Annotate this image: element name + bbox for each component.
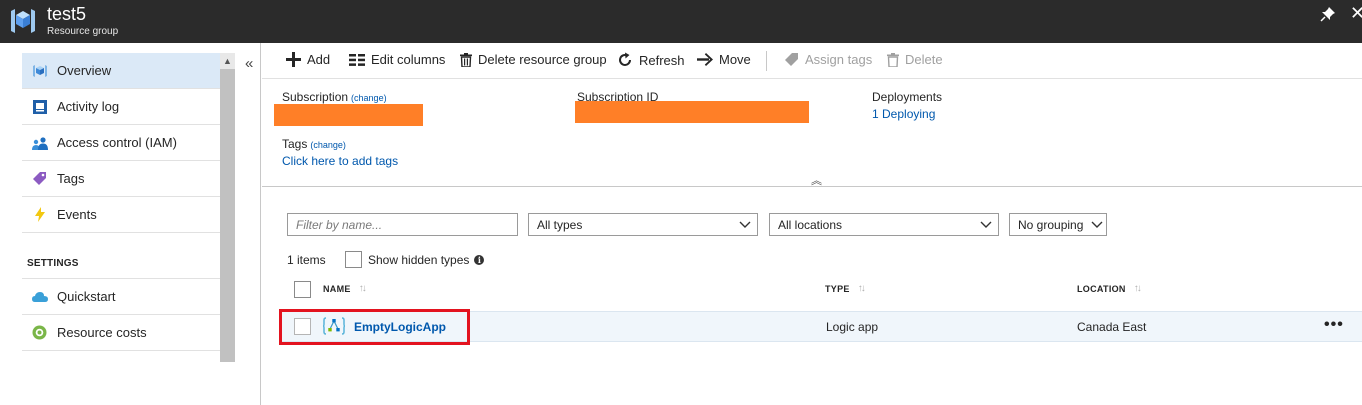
plus-icon bbox=[286, 52, 301, 67]
show-hidden-types-checkbox[interactable] bbox=[345, 251, 362, 268]
add-label: Add bbox=[307, 52, 331, 67]
close-icon[interactable]: ✕ bbox=[1350, 3, 1362, 24]
sort-icon: ↑↓ bbox=[857, 283, 866, 294]
grouping-dropdown-value: No grouping bbox=[1018, 218, 1084, 232]
add-button[interactable]: Add bbox=[286, 52, 330, 67]
sidebar-item-overview[interactable]: Overview bbox=[22, 53, 220, 89]
costs-icon bbox=[22, 325, 57, 340]
select-all-checkbox[interactable] bbox=[294, 281, 311, 298]
sidebar-scrollbar[interactable] bbox=[220, 53, 235, 362]
sidebar-item-label: Tags bbox=[57, 171, 85, 186]
tag-icon bbox=[785, 52, 798, 66]
columns-icon bbox=[349, 53, 365, 66]
assign-tags-label: Assign tags bbox=[805, 52, 873, 67]
more-options-icon[interactable]: ••• bbox=[1324, 316, 1344, 334]
pin-icon[interactable] bbox=[1320, 6, 1336, 22]
scroll-up-arrow-icon[interactable]: ▲ bbox=[220, 53, 235, 69]
cloud-icon bbox=[22, 291, 57, 302]
delete-resource-group-label: Delete resource group bbox=[478, 52, 607, 67]
collapse-menu-button[interactable]: « bbox=[245, 55, 253, 72]
sidebar-item-label: Events bbox=[57, 207, 97, 222]
sidebar-item-label: Quickstart bbox=[57, 289, 116, 304]
sidebar-menu: Overview Activity log Access control (IA… bbox=[22, 53, 220, 351]
change-subscription-link[interactable]: (change) bbox=[351, 93, 387, 103]
sidebar-item-label: Activity log bbox=[57, 99, 120, 114]
iam-icon bbox=[22, 136, 57, 150]
tags-label-text: Tags bbox=[282, 137, 308, 151]
sidebar-item-events[interactable]: Events bbox=[22, 197, 220, 233]
locations-dropdown[interactable]: All locations bbox=[769, 213, 999, 236]
sidebar-item-tags[interactable]: Tags bbox=[22, 161, 220, 197]
resource-group-icon bbox=[11, 9, 35, 33]
subscription-label: Subscription (change) bbox=[282, 90, 387, 104]
refresh-icon bbox=[619, 52, 631, 66]
grouping-dropdown[interactable]: No grouping bbox=[1009, 213, 1107, 236]
overview-icon bbox=[22, 63, 57, 79]
toolbar-divider bbox=[766, 51, 767, 71]
sidebar-item-activity-log[interactable]: Activity log bbox=[22, 89, 220, 125]
trash-icon bbox=[887, 52, 899, 67]
types-dropdown-value: All types bbox=[537, 218, 583, 232]
info-icon[interactable]: i bbox=[474, 255, 485, 265]
sidebar-item-resource-costs[interactable]: Resource costs bbox=[22, 315, 220, 351]
sidebar-item-label: Access control (IAM) bbox=[57, 135, 177, 150]
settings-section-header: SETTINGS bbox=[22, 233, 220, 279]
chevron-down-icon bbox=[1091, 221, 1103, 228]
sidebar-item-quickstart[interactable]: Quickstart bbox=[22, 279, 220, 315]
tag-icon bbox=[22, 171, 57, 186]
resource-type: Logic app bbox=[826, 320, 879, 334]
trash-icon bbox=[460, 52, 472, 67]
resource-group-title: test5 bbox=[47, 4, 87, 24]
refresh-label: Refresh bbox=[639, 52, 685, 68]
sidebar-item-label: Overview bbox=[57, 63, 112, 78]
highlight-annotation-box bbox=[279, 309, 470, 345]
resource-location: Canada East bbox=[1077, 320, 1147, 334]
edit-columns-button[interactable]: Edit columns bbox=[349, 52, 445, 67]
show-hidden-types-label: Show hidden types i bbox=[368, 253, 485, 267]
essentials-divider bbox=[262, 186, 1362, 187]
sidebar-item-access-control[interactable]: Access control (IAM) bbox=[22, 125, 220, 161]
add-tags-link[interactable]: Click here to add tags bbox=[282, 154, 398, 168]
resource-group-subtitle: Resource group bbox=[47, 26, 119, 37]
column-header-location[interactable]: LOCATION ↑↓ bbox=[1077, 283, 1142, 294]
section-label: SETTINGS bbox=[27, 258, 79, 269]
chevron-down-icon bbox=[980, 221, 992, 228]
tags-label: Tags (change) bbox=[282, 137, 346, 151]
column-header-label: LOCATION bbox=[1077, 283, 1126, 294]
refresh-button[interactable]: Refresh bbox=[617, 52, 685, 68]
sidebar-item-label: Resource costs bbox=[57, 325, 147, 340]
subscription-label-text: Subscription bbox=[282, 90, 349, 104]
redacted-subscription-id-value bbox=[575, 101, 809, 123]
chevron-down-icon bbox=[739, 221, 751, 228]
column-header-label: TYPE bbox=[825, 283, 850, 294]
filter-by-name-input[interactable] bbox=[287, 213, 518, 236]
types-dropdown[interactable]: All types bbox=[528, 213, 758, 236]
change-tags-link[interactable]: (change) bbox=[310, 140, 346, 150]
title-bar: test5 Resource group ✕ bbox=[0, 0, 1362, 43]
sort-icon: ↑↓ bbox=[358, 283, 367, 294]
delete-label: Delete bbox=[905, 52, 943, 67]
arrow-right-icon bbox=[697, 53, 713, 66]
move-label: Move bbox=[719, 52, 751, 67]
deployments-link[interactable]: 1 Deploying bbox=[872, 107, 935, 121]
command-bar: Add Edit columns Delete resource group R… bbox=[262, 43, 1362, 79]
delete-resource-group-button[interactable]: Delete resource group bbox=[460, 52, 607, 67]
delete-button[interactable]: Delete bbox=[887, 52, 943, 67]
activity-log-icon bbox=[22, 99, 57, 114]
move-button[interactable]: Move bbox=[697, 52, 751, 67]
edit-columns-label: Edit columns bbox=[371, 52, 446, 67]
deployments-label: Deployments bbox=[872, 90, 943, 104]
locations-dropdown-value: All locations bbox=[778, 218, 843, 232]
assign-tags-button[interactable]: Assign tags bbox=[785, 52, 872, 67]
items-count: 1 items bbox=[287, 253, 326, 267]
column-header-label: NAME bbox=[323, 283, 351, 294]
redacted-subscription-value bbox=[274, 104, 423, 126]
column-header-type[interactable]: TYPE ↑↓ bbox=[825, 283, 866, 294]
sort-icon: ↑↓ bbox=[1133, 283, 1142, 294]
column-header-name[interactable]: NAME ↑↓ bbox=[323, 283, 367, 294]
show-hidden-types-text: Show hidden types bbox=[368, 253, 470, 267]
lightning-icon bbox=[22, 207, 57, 222]
